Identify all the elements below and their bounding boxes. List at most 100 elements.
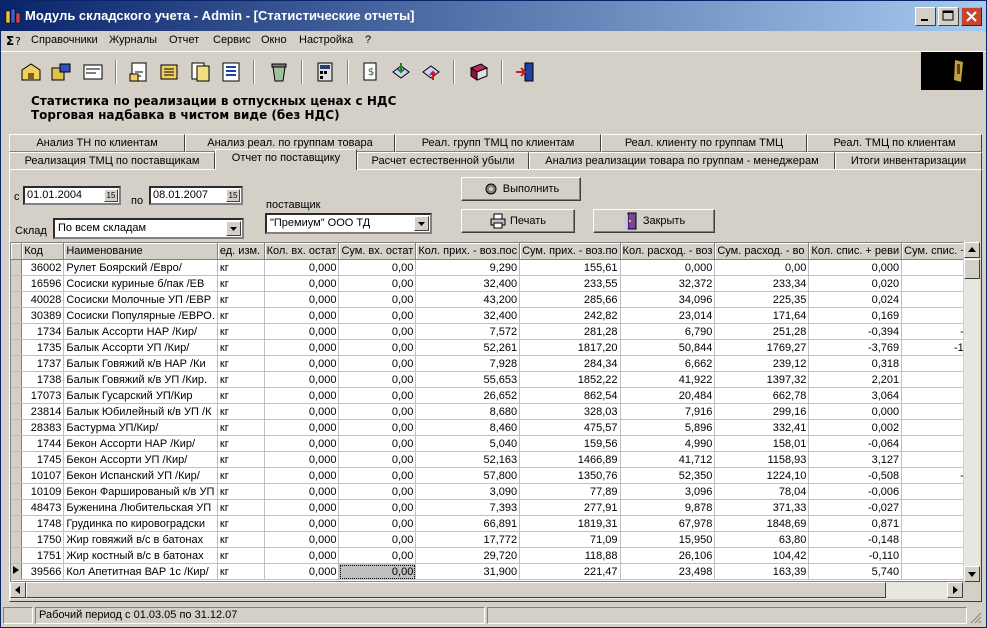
row-indicator[interactable]	[11, 371, 23, 388]
table-cell[interactable]: 55,653	[415, 371, 521, 388]
table-cell[interactable]: кг	[217, 467, 265, 484]
table-row[interactable]: 23814 Балык Юбилейный к/в УП /К кг 0,000 0,0…	[11, 403, 979, 420]
row-indicator[interactable]	[11, 451, 23, 468]
table-cell[interactable]: 3,090	[415, 483, 521, 500]
table-cell[interactable]: 0,00	[338, 275, 417, 292]
minimize-button[interactable]	[915, 7, 936, 26]
maximize-button[interactable]	[938, 7, 959, 26]
table-cell[interactable]: 10107	[21, 467, 65, 484]
card-icon[interactable]	[81, 60, 105, 84]
menu-service[interactable]: Сервис	[213, 34, 251, 46]
resize-grip-icon[interactable]	[970, 612, 982, 624]
table-cell[interactable]: 1819,31	[519, 515, 621, 532]
tab-th-analysis-clients[interactable]: Анализ ТН по клиентам	[9, 134, 185, 152]
table-cell[interactable]: 7,916	[620, 403, 716, 420]
table-cell[interactable]: 0,020	[808, 275, 903, 292]
table-cell[interactable]: Жир говяжий в/с в батонах	[63, 531, 218, 548]
table-cell[interactable]: 0,002	[808, 419, 903, 436]
column-header[interactable]: ед. изм.	[217, 243, 265, 260]
table-cell[interactable]: 0,00	[714, 259, 810, 276]
table-cell[interactable]: кг	[217, 435, 265, 452]
table-cell[interactable]: 0,00	[338, 499, 417, 516]
table-cell[interactable]: кг	[217, 323, 265, 340]
table-cell[interactable]: кг	[217, 339, 265, 356]
table-cell[interactable]: 32,400	[415, 307, 521, 324]
table-cell[interactable]: 23,498	[620, 563, 716, 580]
table-cell[interactable]: кг	[217, 403, 265, 420]
table-cell[interactable]: 0,00	[338, 339, 417, 356]
dropdown-button[interactable]	[414, 216, 429, 231]
table-cell[interactable]: Балык Гусарский УП/Кир	[63, 387, 218, 404]
mdi-child-icon[interactable]: Σ ?	[6, 33, 24, 48]
table-cell[interactable]: Бекон Ассорти УП /Кир/	[63, 451, 218, 468]
table-cell[interactable]: 0,000	[264, 339, 340, 356]
table-cell[interactable]: 9,878	[620, 499, 716, 516]
table-cell[interactable]: Грудинка по кировоградски	[63, 515, 218, 532]
dropdown-button[interactable]	[226, 221, 241, 236]
menu-settings[interactable]: Настройка	[299, 34, 353, 46]
table-row[interactable]: 1737 Балык Говяжий к/в НАР /Ки кг 0,000 0,00…	[11, 355, 979, 372]
table-cell[interactable]: 332,41	[714, 419, 810, 436]
column-header[interactable]: Наименование	[63, 243, 218, 260]
table-cell[interactable]: 104,42	[714, 547, 810, 564]
table-cell[interactable]: Бекон Ассорти НАР /Кир/	[63, 435, 218, 452]
table-cell[interactable]: Бекон Фаршированый к/в УП	[63, 483, 218, 500]
table-cell[interactable]: 0,00	[338, 531, 417, 548]
table-cell[interactable]: 285,66	[519, 291, 621, 308]
table-cell[interactable]: 8,680	[415, 403, 521, 420]
calculator-icon[interactable]	[313, 60, 337, 84]
table-cell[interactable]: 281,28	[519, 323, 621, 340]
table-cell[interactable]: 0,00	[338, 291, 417, 308]
table-cell[interactable]: -0,394	[808, 323, 903, 340]
table-cell[interactable]: 6,790	[620, 323, 716, 340]
table-cell[interactable]: 0,00	[338, 515, 417, 532]
table-row[interactable]: 39566 Кол Апетитная ВАР 1с /Кир/кг 0,000 0,…	[11, 563, 979, 580]
table-cell[interactable]: 0,00	[338, 403, 417, 420]
table-cell[interactable]: Сосиски куриные б/пак /ЕВ	[63, 275, 218, 292]
table-cell[interactable]: 862,54	[519, 387, 621, 404]
column-header[interactable]: Код	[21, 243, 65, 260]
table-cell[interactable]: 1848,69	[714, 515, 810, 532]
recycle-icon[interactable]	[267, 60, 291, 84]
book-icon[interactable]	[467, 60, 491, 84]
to-date-field[interactable]: 08.01.2007 15	[149, 186, 243, 205]
tab-tmc-groups-clients[interactable]: Реал. групп ТМЦ по клиентам	[395, 134, 601, 152]
table-cell[interactable]: 0,024	[808, 291, 903, 308]
table-row[interactable]: 36002 Рулет Боярский /Евро/кг 0,000 0,00 9,2…	[11, 259, 979, 276]
scroll-up-button[interactable]	[964, 242, 980, 258]
table-cell[interactable]: 1397,32	[714, 371, 810, 388]
table-cell[interactable]: 251,28	[714, 323, 810, 340]
outgoing-doc-icon[interactable]	[157, 60, 181, 84]
table-cell[interactable]: 0,000	[264, 451, 340, 468]
table-cell[interactable]: Сосиски Молочные УП /ЕВР	[63, 291, 218, 308]
table-cell[interactable]: 0,871	[808, 515, 903, 532]
row-indicator[interactable]	[11, 339, 23, 356]
table-cell[interactable]: 1852,22	[519, 371, 621, 388]
upload-doc-icon[interactable]	[419, 60, 443, 84]
data-grid[interactable]: Код Наименование ед. изм. Кол. вх. остат…	[10, 242, 980, 582]
table-cell[interactable]: 0,318	[808, 355, 903, 372]
column-header[interactable]: Кол. прих. - воз.пос	[415, 243, 521, 260]
row-indicator[interactable]	[11, 355, 23, 372]
incoming-doc-icon[interactable]	[127, 60, 151, 84]
table-row[interactable]: 1738 Балык Говяжий к/в УП /Кир. кг 0,000 0,0…	[11, 371, 979, 388]
menu-window[interactable]: Окно	[261, 34, 287, 46]
table-row[interactable]: 17073 Балык Гусарский УП/Кир кг 0,000 0,00 26…	[11, 387, 979, 404]
column-header[interactable]: Сум. расход. - во	[714, 243, 810, 260]
row-indicator[interactable]	[11, 259, 23, 276]
table-cell[interactable]: 1350,76	[519, 467, 621, 484]
table-cell[interactable]: 1738	[21, 371, 65, 388]
table-cell[interactable]: 0,000	[264, 515, 340, 532]
table-cell[interactable]: 0,00	[338, 435, 417, 452]
table-cell[interactable]: 7,928	[415, 355, 521, 372]
table-cell[interactable]: 67,978	[620, 515, 716, 532]
close-button[interactable]: Закрыть	[593, 209, 715, 233]
table-cell[interactable]: 36002	[21, 259, 65, 276]
table-cell[interactable]: Бекон Испанский УП /Кир/	[63, 467, 218, 484]
table-cell[interactable]: 78,04	[714, 483, 810, 500]
table-cell[interactable]: Кол Апетитная ВАР 1с /Кир/	[63, 563, 218, 580]
column-header[interactable]: Сум. прих. - воз.по	[519, 243, 621, 260]
tab-sales-managers[interactable]: Анализ реализации товара по группам - ме…	[529, 152, 835, 170]
table-cell[interactable]: -0,110	[808, 547, 903, 564]
table-cell[interactable]: 299,16	[714, 403, 810, 420]
